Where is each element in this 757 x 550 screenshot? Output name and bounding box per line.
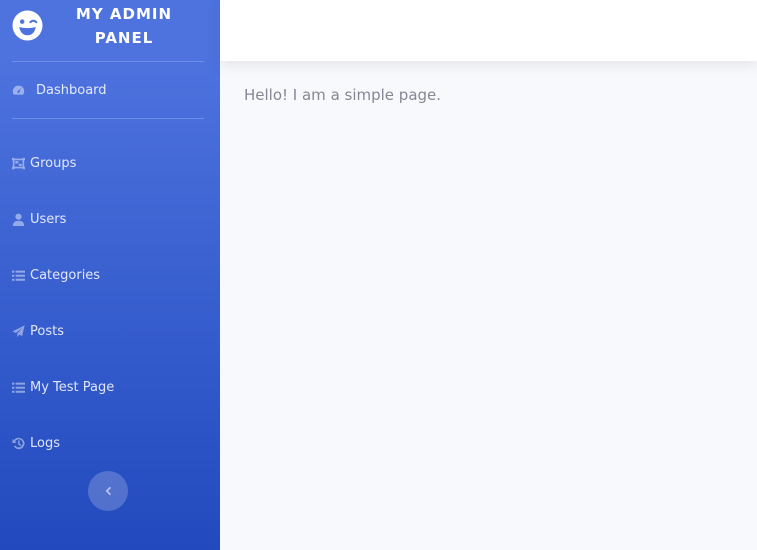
sidebar-item-groups[interactable]: Groups bbox=[12, 151, 76, 175]
sidebar-item-categories[interactable]: Categories bbox=[12, 263, 100, 287]
sidebar-item-posts[interactable]: Posts bbox=[12, 319, 64, 343]
sidebar-item-label: Dashboard bbox=[36, 82, 107, 98]
sidebar-item-label: Categories bbox=[30, 267, 101, 283]
sidebar-divider bbox=[12, 61, 204, 62]
sidebar-item-label: Users bbox=[30, 211, 67, 227]
chevron-left-icon bbox=[105, 486, 111, 496]
sidebar-item-dashboard[interactable]: Dashboard bbox=[12, 78, 107, 102]
sidebar-divider bbox=[12, 118, 204, 119]
grin-wink-icon bbox=[12, 10, 43, 41]
sidebar-item-label: My Test Page bbox=[30, 379, 115, 395]
brand-title-line1: MY ADMIN bbox=[75, 5, 173, 23]
paper-plane-icon bbox=[12, 324, 25, 337]
sidebar: MY ADMIN PANEL Dashboard Groups Users Ca… bbox=[0, 0, 220, 550]
list-icon bbox=[12, 270, 25, 281]
list-icon bbox=[12, 382, 25, 393]
sidebar-item-users[interactable]: Users bbox=[12, 207, 66, 231]
object-group-icon bbox=[12, 157, 25, 169]
page-content-text: Hello! I am a simple page. bbox=[244, 86, 442, 104]
topbar bbox=[220, 0, 757, 61]
sidebar-item-label: Groups bbox=[30, 155, 77, 171]
sidebar-item-label: Logs bbox=[30, 435, 60, 451]
sidebar-item-logs[interactable]: Logs bbox=[12, 431, 60, 455]
sidebar-item-my-test-page[interactable]: My Test Page bbox=[12, 375, 114, 399]
user-icon bbox=[12, 213, 25, 226]
brand-title: MY ADMIN PANEL bbox=[74, 2, 174, 50]
sidebar-brand[interactable]: MY ADMIN PANEL bbox=[0, 0, 220, 61]
brand-title-line2: PANEL bbox=[94, 29, 154, 47]
tachometer-icon bbox=[12, 85, 25, 95]
history-icon bbox=[12, 437, 25, 449]
sidebar-item-label: Posts bbox=[30, 323, 64, 339]
sidebar-toggle-button[interactable] bbox=[88, 471, 128, 511]
